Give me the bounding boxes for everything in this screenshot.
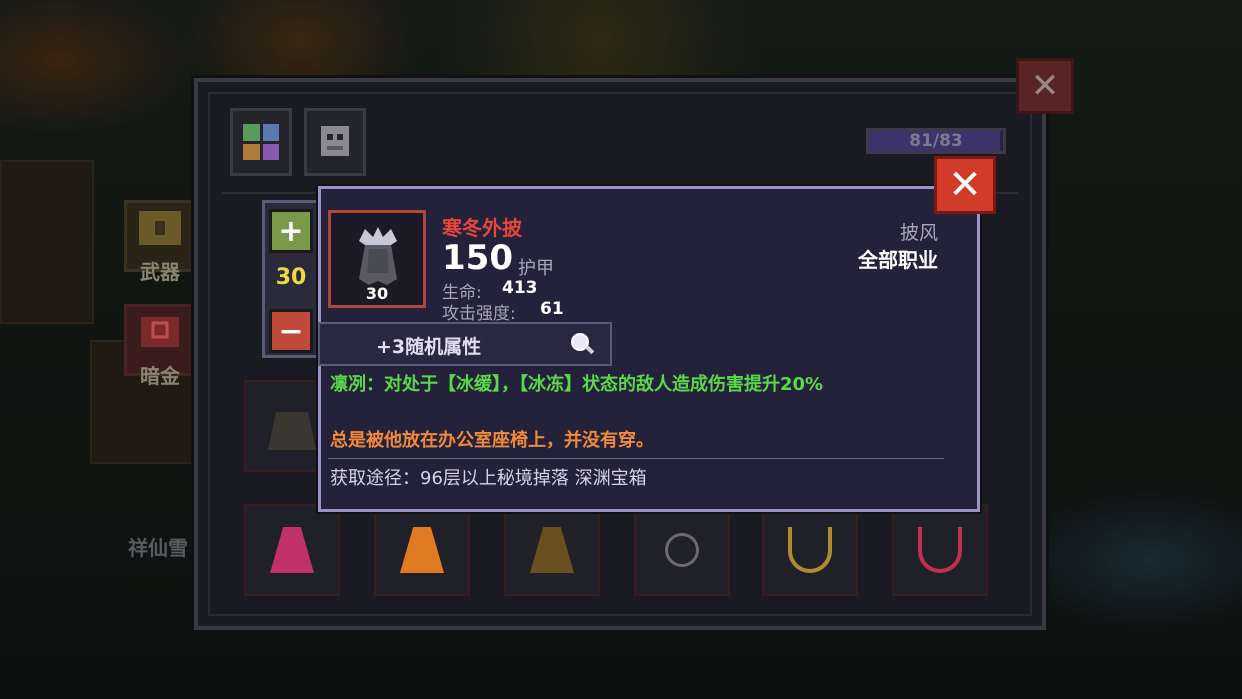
tab-inventory[interactable] [230, 108, 292, 176]
plus-icon: + [278, 213, 304, 249]
inventory-capacity-bar: 81/83 [866, 128, 1006, 154]
inventory-slot[interactable] [634, 504, 730, 596]
stat-value: 413 [502, 278, 538, 298]
inventory-slot[interactable] [762, 504, 858, 596]
item-flavor-text: 总是被他放在办公室座椅上，并没有穿。 [330, 430, 654, 451]
inventory-capacity-text: 81/83 [909, 131, 963, 151]
class-requirement: 全部职业 [858, 248, 938, 272]
dark-gold-chest-label: 暗金 [140, 364, 180, 388]
decrease-quantity-button[interactable]: − [269, 309, 313, 353]
tooltip-divider [328, 458, 944, 459]
gold-necklace-icon [788, 527, 832, 573]
armor-value: 150 [442, 238, 513, 278]
fire-cloak-icon [400, 527, 444, 573]
close-icon: ✕ [948, 162, 982, 208]
winter-cloak-icon [359, 227, 397, 285]
dark-gold-chest-icon [141, 317, 179, 347]
panel-close-button[interactable]: ✕ [1016, 58, 1074, 114]
inventory-slot[interactable] [374, 504, 470, 596]
empty-necklace-icon [665, 533, 699, 567]
random-affix-label: +3随机属性 [376, 336, 482, 358]
magnifier-icon[interactable] [568, 330, 598, 360]
close-icon: ✕ [1030, 66, 1060, 106]
npc-name: 祥仙雪 [128, 536, 188, 560]
stat-value: 61 [540, 299, 564, 319]
tab-character[interactable] [304, 108, 366, 176]
inventory-slot[interactable] [504, 504, 600, 596]
stat-row-attack: 攻击强度: 61 [442, 299, 564, 324]
background-shop-stall [0, 160, 94, 324]
tooltip-close-button[interactable]: ✕ [934, 156, 996, 214]
quantity-stepper: + 30 − [262, 200, 320, 358]
weapon-chest-label: 武器 [140, 260, 180, 284]
stat-label: 攻击强度: [442, 304, 516, 324]
item-source-text: 获取途径：96层以上秘境掉落 深渊宝箱 [330, 468, 647, 489]
minus-icon: − [278, 313, 304, 349]
inventory-slot[interactable] [244, 504, 340, 596]
pink-cloak-icon [270, 527, 314, 573]
inventory-slot[interactable] [892, 504, 988, 596]
item-level: 30 [365, 284, 389, 303]
heart-necklace-icon [918, 527, 962, 573]
item-slot-type: 披风 [899, 222, 938, 244]
item-name: 寒冬外披 [442, 216, 522, 240]
armor-label: 护甲 [518, 258, 554, 279]
increase-quantity-button[interactable]: + [269, 209, 313, 253]
item-icon-frame: 30 [328, 210, 426, 308]
character-helmet-icon [321, 126, 349, 156]
quantity-value: 30 [275, 265, 307, 290]
inventory-grid-icon [243, 124, 279, 160]
weapon-chest-icon [139, 211, 181, 245]
golden-bell-cloak-icon [530, 527, 574, 573]
item-effect-text: 凛冽：对处于【冰缓】，【冰冻】状态的敌人造成伤害提升20% [330, 374, 824, 395]
random-affix-row[interactable]: +3随机属性 [318, 322, 612, 366]
